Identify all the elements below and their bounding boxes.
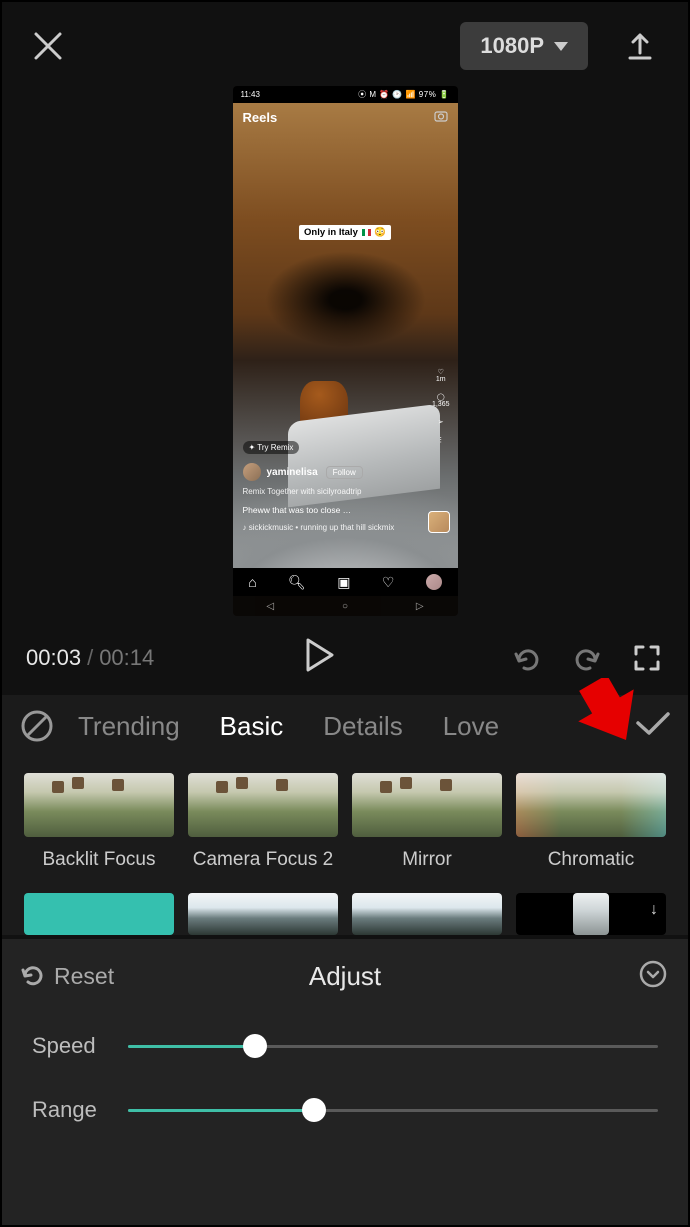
effects-row-1: Backlit Focus Camera Focus 2 Mirror Chro… — [2, 757, 688, 871]
effect-camera-focus-2[interactable]: Camera Focus 2 — [188, 773, 338, 871]
redo-button[interactable] — [570, 641, 604, 675]
effect-thumb — [352, 773, 502, 837]
collapse-button[interactable] — [638, 959, 668, 994]
reel-side-icons: ♡1m ◯1,365 ➢ ⋮ — [432, 368, 450, 454]
statusbar-time: 11:43 — [241, 90, 260, 99]
reel-body: Reels Only in Italy 😳 ♡1m ◯1,365 ➢ ⋮ — [233, 103, 458, 571]
fullscreen-button[interactable] — [630, 641, 664, 675]
reels-label: Reels — [243, 110, 278, 125]
remix-pill: ✦ Try Remix — [243, 441, 300, 454]
transport-controls — [484, 641, 664, 675]
undo-button[interactable] — [510, 641, 544, 675]
close-button[interactable] — [28, 26, 68, 66]
slider-range: Range — [32, 1097, 658, 1123]
confirm-button[interactable] — [634, 709, 672, 744]
category-love[interactable]: Love — [443, 711, 499, 742]
reels-tab-icon: ▣ — [337, 574, 350, 591]
camera-icon — [434, 109, 448, 126]
effect-thumb — [24, 773, 174, 837]
effect-backlit-focus[interactable]: Backlit Focus — [24, 773, 174, 871]
slider-knob[interactable] — [302, 1098, 326, 1122]
category-trending[interactable]: Trending — [78, 711, 180, 742]
preview-area: 11:43 ⦿ M ⏰ 🕑 📶 97% 🔋 Reels Only in Ital… — [2, 78, 688, 624]
category-basic[interactable]: Basic — [220, 711, 284, 742]
profile-icon — [426, 574, 442, 590]
more-icon: ⋮ — [437, 436, 444, 444]
slider-fill — [128, 1109, 314, 1112]
slider-track[interactable] — [128, 1109, 658, 1112]
effect-item[interactable]: ↓ — [516, 893, 666, 935]
video-preview[interactable]: 11:43 ⦿ M ⏰ 🕑 📶 97% 🔋 Reels Only in Ital… — [233, 86, 458, 616]
comment-icon: ◯1,365 — [432, 393, 450, 408]
effect-mirror[interactable]: Mirror — [352, 773, 502, 871]
resolution-label: 1080P — [480, 33, 544, 59]
slider-label: Speed — [32, 1033, 128, 1059]
effect-chromatic[interactable]: Chromatic — [516, 773, 666, 871]
effect-item[interactable] — [24, 893, 174, 935]
top-bar: 1080P — [2, 2, 688, 78]
heart-icon: ♡ — [382, 574, 395, 591]
audio-thumb — [428, 511, 450, 533]
total-time: 00:14 — [99, 645, 154, 670]
app-root: 1080P 11:43 ⦿ M ⏰ 🕑 📶 97% 🔋 Reels — [0, 0, 690, 1227]
adjust-header: Adjust Reset — [2, 939, 688, 1013]
slider-fill — [128, 1045, 255, 1048]
statusbar-icons: ⦿ M ⏰ 🕑 📶 97% 🔋 — [358, 89, 449, 100]
caption-audio: ♪ sickickmusic • running up that hill si… — [243, 523, 395, 532]
effects-row-2: ↓ — [2, 871, 688, 935]
category-bar: Trending Basic Details Love — [2, 695, 688, 757]
export-button[interactable] — [618, 24, 662, 68]
slider-track[interactable] — [128, 1045, 658, 1048]
phone-tabbar: ⌂ 🔍︎ ▣ ♡ — [233, 568, 458, 596]
time-display: 00:03/00:14 — [26, 645, 154, 671]
slider-speed: Speed — [32, 1033, 658, 1059]
caption-main: Pheww that was too close … — [243, 505, 352, 515]
effect-label: Chromatic — [516, 849, 666, 871]
adjust-panel: Adjust Reset Speed Range — [2, 939, 688, 1225]
effect-label: Backlit Focus — [24, 849, 174, 871]
system-nav: ◁○▷ — [233, 596, 458, 616]
effect-thumb — [188, 773, 338, 837]
italy-flag-icon — [362, 229, 371, 236]
like-count: 1m — [436, 376, 446, 383]
share-icon: ➢ — [438, 418, 444, 426]
resolution-button[interactable]: 1080P — [460, 22, 588, 70]
overlay-text-pill: Only in Italy 😳 — [299, 225, 391, 240]
play-button[interactable] — [304, 638, 334, 677]
emoji-icon: 😳 — [374, 227, 386, 238]
effects-panel: Trending Basic Details Love Backlit Focu… — [2, 695, 688, 935]
effect-label: Camera Focus 2 — [188, 849, 338, 871]
comment-count: 1,365 — [432, 401, 450, 408]
overlay-text: Only in Italy — [304, 227, 358, 238]
effect-label: Mirror — [352, 849, 502, 871]
search-icon: 🔍︎ — [288, 574, 306, 591]
top-right-group: 1080P — [460, 22, 662, 70]
user-line: yaminelisa Follow — [243, 463, 363, 481]
slider-group: Speed Range — [2, 1013, 688, 1123]
slider-label: Range — [32, 1097, 128, 1123]
like-icon: ♡1m — [436, 368, 446, 383]
transport-bar: 00:03/00:14 — [2, 624, 688, 695]
caption-remix: Remix Together with sicilyroadtrip — [243, 487, 362, 496]
adjust-title: Adjust — [2, 961, 688, 992]
download-icon: ↓ — [650, 901, 658, 919]
category-details[interactable]: Details — [323, 711, 402, 742]
reels-header: Reels — [233, 103, 458, 132]
effect-thumb — [516, 773, 666, 837]
phone-statusbar: 11:43 ⦿ M ⏰ 🕑 📶 97% 🔋 — [233, 86, 458, 103]
username: yaminelisa — [267, 467, 318, 478]
caret-down-icon — [554, 42, 568, 51]
no-effect-button[interactable] — [20, 709, 54, 743]
current-time: 00:03 — [26, 645, 81, 670]
slider-knob[interactable] — [243, 1034, 267, 1058]
effect-item[interactable] — [188, 893, 338, 935]
effect-item[interactable] — [352, 893, 502, 935]
follow-button: Follow — [326, 466, 363, 479]
avatar — [243, 463, 261, 481]
home-icon: ⌂ — [248, 574, 256, 590]
